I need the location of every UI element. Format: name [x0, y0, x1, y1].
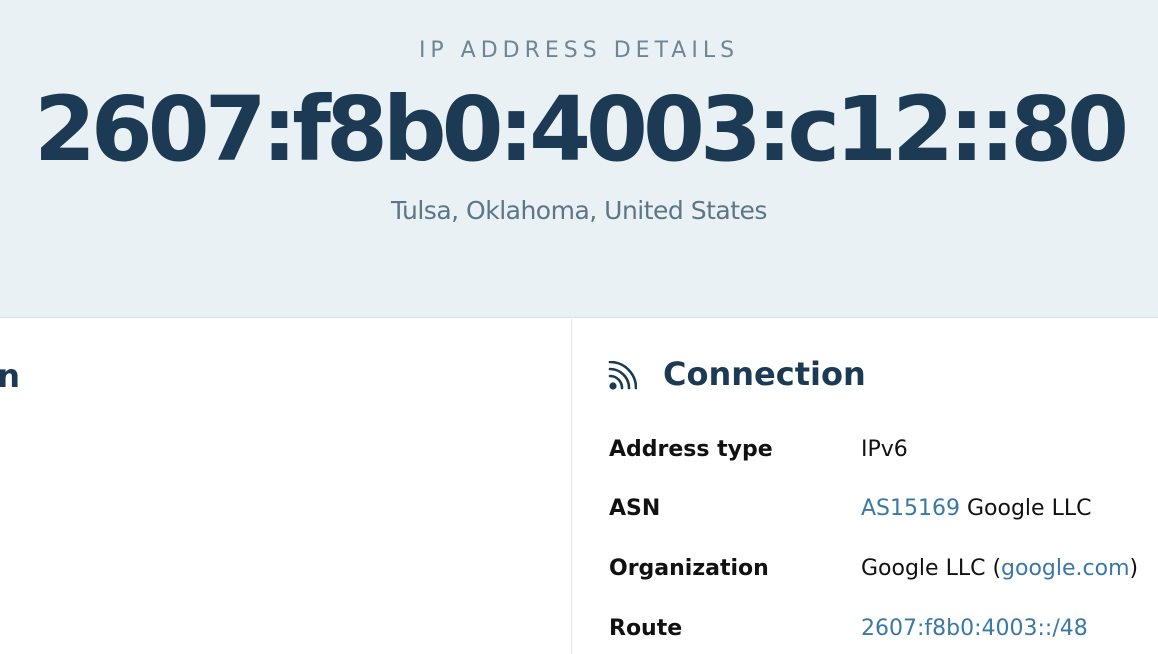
ip-location: Tulsa, Oklahoma, United States [391, 196, 767, 225]
address-type-value: IPv6 [861, 437, 908, 462]
organization-suffix: ) [1129, 556, 1139, 581]
ip-address-title: 2607:f8b0:4003:c12::80 [33, 77, 1129, 181]
organization-row: Organization Google LLC (google.com) [609, 556, 1154, 586]
route-label: Route [609, 616, 683, 641]
rss-feed-icon [607, 360, 638, 391]
hero-label: IP ADDRESS DETAILS [418, 38, 740, 63]
organization-name: Google LLC ( [861, 556, 1002, 581]
address-type-row: Address type IPv6 [609, 437, 1154, 467]
connection-panel: Connection Address type IPv6 ASN AS15169… [573, 319, 1158, 654]
connection-heading: Connection [663, 355, 866, 393]
asn-link[interactable]: AS15169 [861, 496, 960, 521]
asn-value: AS15169 Google LLC [861, 496, 1091, 521]
organization-label: Organization [609, 556, 769, 581]
organization-domain-link[interactable]: google.com [1001, 556, 1129, 581]
left-panel-heading: n [0, 357, 20, 395]
asn-row: ASN AS15169 Google LLC [609, 496, 1154, 526]
left-panel: n [0, 319, 572, 654]
route-row: Route 2607:f8b0:4003::/48 [609, 616, 1154, 646]
asn-owner: Google LLC [960, 496, 1092, 521]
ip-hero: IP ADDRESS DETAILS 2607:f8b0:4003:c12::8… [0, 0, 1158, 318]
route-link[interactable]: 2607:f8b0:4003::/48 [861, 616, 1088, 641]
asn-label: ASN [609, 496, 661, 521]
address-type-label: Address type [609, 437, 773, 462]
organization-value: Google LLC (google.com) [861, 556, 1138, 581]
route-value: 2607:f8b0:4003::/48 [861, 616, 1088, 641]
